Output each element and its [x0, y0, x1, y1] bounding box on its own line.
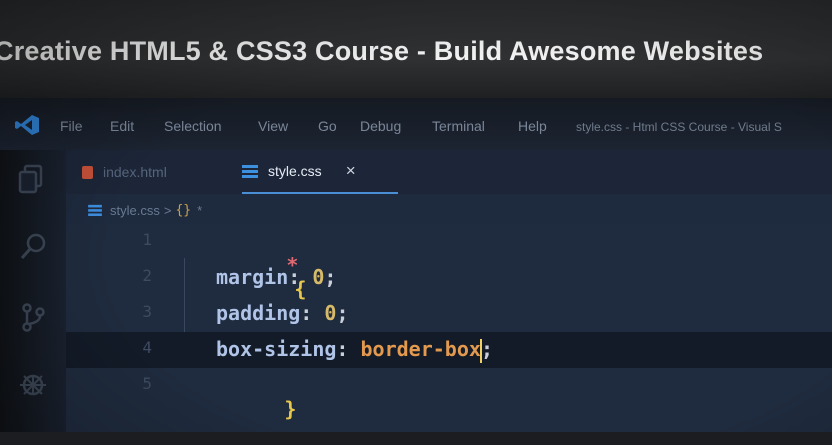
css-value: 0	[312, 265, 325, 289]
tab-index-html[interactable]: index.html	[82, 150, 232, 194]
line-number: 3	[142, 302, 152, 321]
menu-selection[interactable]: Selection	[164, 118, 222, 134]
line-number: 5	[142, 374, 152, 393]
close-icon[interactable]: ×	[346, 161, 356, 181]
menu-terminal[interactable]: Terminal	[432, 118, 485, 134]
css-value: 0	[324, 301, 337, 325]
course-banner: Creative HTML5 & CSS3 Course - Build Awe…	[0, 0, 832, 98]
code-line[interactable]: 1 * {	[66, 224, 832, 301]
code-line-current[interactable]: 4 box-sizing: border-box;	[66, 332, 832, 368]
debug-icon[interactable]	[16, 368, 50, 402]
breadcrumb-symbol[interactable]: *	[197, 203, 202, 218]
line-number: 1	[142, 230, 152, 249]
menu-go[interactable]: Go	[318, 118, 337, 134]
line-number: 2	[142, 266, 152, 285]
close-brace: }	[284, 397, 297, 421]
code-line[interactable]: 5 }	[66, 368, 832, 421]
vscode-logo-icon	[15, 115, 39, 135]
tab-label: index.html	[103, 164, 167, 180]
css-property: padding	[216, 301, 301, 325]
css-property: margin	[216, 265, 289, 289]
activity-bar	[0, 150, 66, 432]
css-file-icon	[242, 165, 258, 178]
menu-view[interactable]: View	[258, 118, 288, 134]
breadcrumb-separator: >	[163, 202, 172, 218]
search-icon[interactable]	[16, 230, 50, 264]
explorer-icon[interactable]	[16, 162, 50, 196]
menu-bar: File Edit Selection View Go Debug Termin…	[0, 98, 832, 150]
css-property: box-sizing	[216, 337, 337, 361]
breadcrumb-file[interactable]: style.css	[110, 203, 160, 218]
symbol-braces-icon: {}	[175, 202, 192, 218]
menu-file[interactable]: File	[60, 118, 83, 134]
tab-label: style.css	[268, 163, 322, 179]
html-file-icon	[82, 165, 93, 179]
source-control-icon[interactable]	[16, 300, 50, 334]
menu-help[interactable]: Help	[518, 118, 547, 134]
menu-edit[interactable]: Edit	[110, 118, 134, 134]
css-file-icon	[88, 204, 102, 216]
code-area[interactable]: 1 * { 2 margin: 0; 3 padding: 0; 4 box-s…	[66, 224, 832, 432]
window-title: style.css - Html CSS Course - Visual S	[576, 120, 782, 134]
code-line[interactable]: 2 margin: 0;	[66, 260, 832, 296]
code-line[interactable]: 3 padding: 0;	[66, 296, 832, 332]
course-title: Creative HTML5 & CSS3 Course - Build Awe…	[0, 36, 764, 66]
menu-debug[interactable]: Debug	[360, 118, 401, 134]
line-number: 4	[142, 338, 152, 357]
css-value: border-box	[360, 337, 481, 361]
tab-style-css[interactable]: style.css ×	[242, 150, 398, 194]
code-editor-window: File Edit Selection View Go Debug Termin…	[0, 98, 832, 432]
breadcrumb: style.css > {} *	[88, 198, 202, 222]
tab-bar: index.html style.css ×	[66, 150, 832, 194]
